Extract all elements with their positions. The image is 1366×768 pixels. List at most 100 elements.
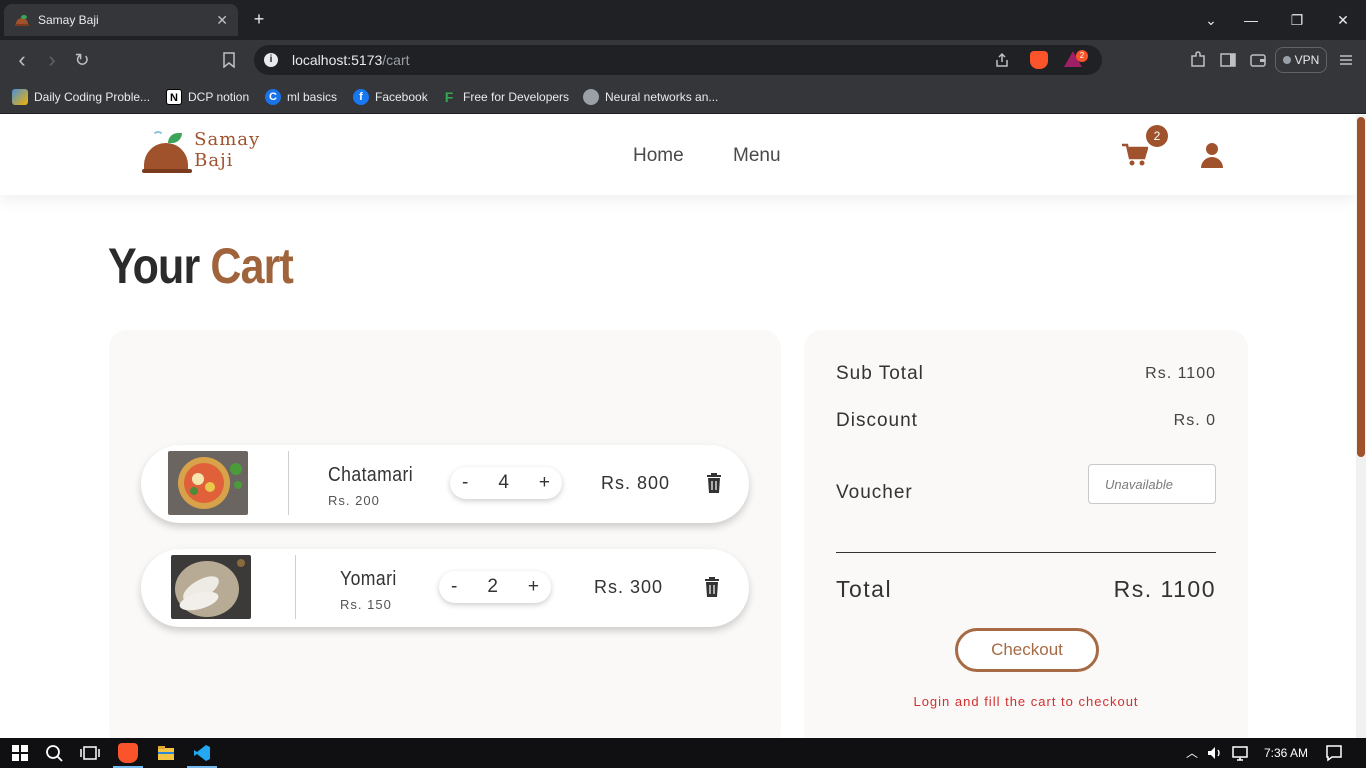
- task-view-icon[interactable]: [80, 743, 100, 763]
- bookmark-label: Daily Coding Proble...: [34, 90, 151, 104]
- extensions-icon[interactable]: [1188, 50, 1208, 70]
- quantity-stepper: - 4 +: [450, 467, 562, 499]
- cart-icon[interactable]: [1122, 143, 1148, 167]
- forward-button[interactable]: ›: [40, 48, 64, 72]
- cart-item-row: Yomari Rs. 150 - 2 + Rs. 300: [141, 549, 749, 627]
- scrollbar-thumb[interactable]: [1357, 117, 1365, 457]
- checkout-button[interactable]: Checkout: [955, 628, 1099, 672]
- discount-label: Discount: [836, 410, 918, 431]
- bookmark-item[interactable]: C ml basics: [265, 88, 337, 106]
- share-icon[interactable]: [994, 52, 1010, 68]
- order-summary-panel: Sub Total Rs. 1100 Discount Rs. 0 Vouche…: [804, 330, 1248, 738]
- vpn-button[interactable]: VPN: [1275, 47, 1327, 73]
- page-title: Your Cart: [108, 238, 294, 294]
- cart-count-badge: 2: [1146, 125, 1168, 147]
- decrease-quantity-button[interactable]: -: [451, 576, 457, 598]
- back-button[interactable]: ‹: [10, 48, 34, 72]
- reload-button[interactable]: ↻: [70, 48, 94, 72]
- discount-value: Rs. 0: [1173, 412, 1216, 429]
- item-total: Rs. 300: [594, 577, 664, 597]
- item-unit-price: Rs. 200: [328, 493, 380, 508]
- chatamari-image: [168, 451, 248, 515]
- bookmark-icon[interactable]: [222, 52, 236, 68]
- url-text: localhost:5173/cart: [292, 52, 410, 68]
- bookmark-label: Neural networks an...: [605, 90, 719, 104]
- yomari-image: [171, 555, 251, 619]
- search-icon[interactable]: [44, 743, 64, 763]
- cart-item-row: Chatamari Rs. 200 - 4 + Rs. 800: [141, 445, 749, 523]
- restore-button[interactable]: ❐: [1274, 0, 1320, 40]
- voucher-input[interactable]: [1088, 464, 1216, 504]
- os-taskbar: ︿ 7:36 AM: [0, 738, 1366, 768]
- item-divider: [295, 555, 296, 619]
- browser-tab[interactable]: Samay Baji ✕: [4, 4, 238, 36]
- cloche-icon: [142, 131, 192, 175]
- file-explorer-icon[interactable]: [156, 743, 176, 763]
- tray-chevron-icon[interactable]: ︿: [1182, 743, 1202, 763]
- item-total: Rs. 800: [601, 473, 671, 493]
- c-icon: C: [265, 89, 281, 105]
- bookmarks-bar: Daily Coding Proble... N DCP notion C ml…: [0, 80, 1366, 114]
- notification-icon[interactable]: [1324, 743, 1344, 763]
- sidebar-icon[interactable]: [1218, 50, 1238, 70]
- address-bar[interactable]: i localhost:5173/cart: [254, 45, 1102, 75]
- subtotal-value: Rs. 1100: [1145, 365, 1216, 382]
- browser-tab-strip: Samay Baji ✕ + ⌄ — ❐ ✕: [0, 0, 1366, 40]
- bookmark-label: ml basics: [287, 90, 338, 104]
- increase-quantity-button[interactable]: +: [528, 576, 539, 598]
- site-header: Samay Baji Home Menu 2: [0, 115, 1356, 195]
- bookmark-item[interactable]: Neural networks an...: [583, 88, 718, 106]
- bookmark-item[interactable]: N DCP notion: [166, 88, 249, 106]
- rewards-badge: 2: [1076, 50, 1088, 62]
- quantity-stepper: - 2 +: [439, 571, 551, 603]
- total-label: Total: [836, 576, 893, 602]
- clock[interactable]: 7:36 AM: [1256, 738, 1316, 768]
- site-info-icon[interactable]: i: [264, 53, 278, 67]
- bookmark-label: Free for Developers: [463, 90, 570, 104]
- item-unit-price: Rs. 150: [340, 597, 392, 612]
- user-icon[interactable]: [1200, 142, 1224, 168]
- daily-coding-icon: [12, 89, 28, 105]
- brave-shields-icon[interactable]: [1030, 51, 1048, 69]
- trash-icon[interactable]: [704, 577, 720, 597]
- quantity-value: 2: [487, 576, 498, 597]
- minimize-button[interactable]: —: [1228, 0, 1274, 40]
- tab-title: Samay Baji: [38, 13, 99, 27]
- nav-home[interactable]: Home: [633, 145, 684, 167]
- bookmark-item[interactable]: f Facebook: [353, 88, 428, 106]
- bookmark-label: DCP notion: [188, 90, 250, 104]
- brave-browser-icon[interactable]: [118, 743, 138, 763]
- windows-start-icon[interactable]: [10, 743, 30, 763]
- brand-name: Samay Baji: [194, 129, 261, 171]
- notion-icon: N: [166, 89, 182, 105]
- facebook-icon: f: [353, 89, 369, 105]
- globe-icon: [583, 89, 599, 105]
- increase-quantity-button[interactable]: +: [539, 472, 550, 494]
- close-window-button[interactable]: ✕: [1320, 0, 1366, 40]
- network-icon[interactable]: [1230, 743, 1250, 763]
- cart-items-panel: Chatamari Rs. 200 - 4 + Rs. 800 Yomari R…: [109, 330, 781, 738]
- item-name: Chatamari: [328, 464, 414, 486]
- subtotal-label: Sub Total: [836, 363, 924, 384]
- tab-close-icon[interactable]: ✕: [216, 12, 228, 29]
- total-value: Rs. 1100: [1113, 576, 1216, 602]
- voucher-label: Voucher: [836, 482, 913, 503]
- menu-icon[interactable]: [1336, 50, 1356, 70]
- site-favicon-icon: [15, 15, 29, 26]
- checkout-message: Login and fill the cart to checkout: [913, 694, 1139, 709]
- trash-icon[interactable]: [706, 473, 722, 493]
- wallet-icon[interactable]: [1248, 50, 1268, 70]
- f-icon: F: [444, 89, 454, 105]
- decrease-quantity-button[interactable]: -: [462, 472, 468, 494]
- bookmark-item[interactable]: Daily Coding Proble...: [12, 88, 150, 106]
- nav-menu[interactable]: Menu: [733, 145, 781, 167]
- volume-icon[interactable]: [1205, 743, 1225, 763]
- vscode-icon[interactable]: [192, 743, 212, 763]
- vpn-status-icon: [1282, 56, 1291, 64]
- site-logo[interactable]: Samay Baji: [142, 129, 302, 175]
- summary-divider: [836, 552, 1216, 553]
- new-tab-button[interactable]: +: [248, 8, 270, 30]
- vpn-label: VPN: [1294, 53, 1320, 67]
- bookmark-item[interactable]: F Free for Developers: [441, 88, 569, 106]
- page-viewport: Samay Baji Home Menu 2 Your Cart Chatama…: [0, 115, 1356, 738]
